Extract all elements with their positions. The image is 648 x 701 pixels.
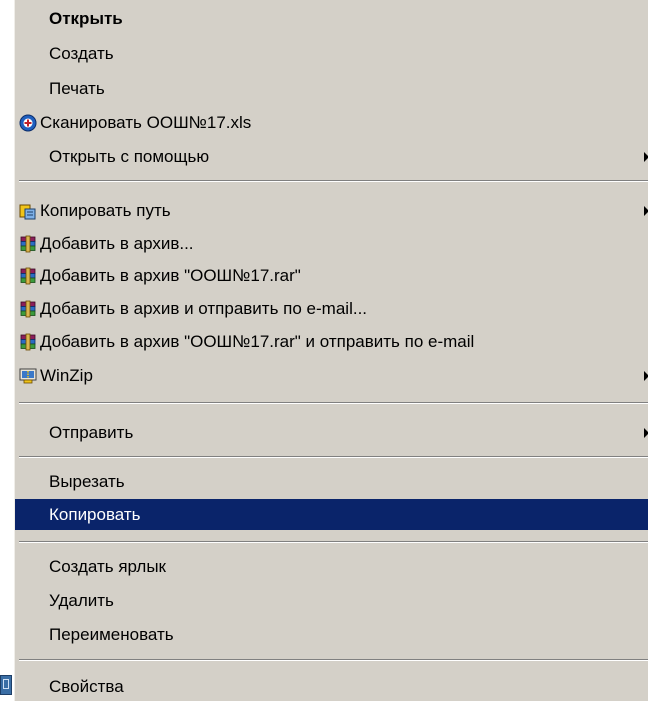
submenu-arrow-icon (644, 428, 648, 438)
menu-item-label: Добавить в архив "ООШ№17.rar" (40, 266, 301, 285)
menu-item-label: Создать (49, 44, 114, 63)
menu-item-create[interactable]: Создать (15, 38, 648, 69)
menu-separator (19, 456, 648, 458)
menu-item-label: WinZip (40, 366, 93, 385)
winrar-archive-icon (19, 300, 37, 318)
winzip-icon (19, 367, 37, 385)
menu-item-label: Копировать путь (40, 201, 171, 220)
menu-item-label: Свойства (49, 677, 124, 696)
menu-item-label: Копировать (49, 505, 141, 524)
menu-item-label: Создать ярлык (49, 557, 166, 576)
submenu-arrow-icon (644, 371, 648, 381)
menu-item-label: Печать (49, 79, 105, 98)
menu-item-send-to[interactable]: Отправить (15, 417, 648, 448)
desktop-file-icon (0, 675, 12, 695)
menu-item-open-with[interactable]: Открыть с помощью (15, 141, 648, 172)
menu-separator (19, 541, 648, 543)
menu-item-label: Открыть с помощью (49, 147, 210, 166)
menu-item-copy[interactable]: Копировать (15, 499, 648, 530)
menu-item-label: Сканировать ООШ№17.xls (40, 113, 252, 132)
menu-item-label: Добавить в архив... (40, 234, 194, 253)
menu-item-cut[interactable]: Вырезать (15, 466, 648, 497)
menu-item-add-to-named-archive[interactable]: Добавить в архив "ООШ№17.rar" (15, 260, 648, 291)
winrar-archive-icon (19, 333, 37, 351)
menu-item-label: Отправить (49, 423, 134, 442)
menu-item-delete[interactable]: Удалить (15, 585, 648, 616)
menu-separator (19, 659, 648, 661)
menu-item-label: Добавить в архив и отправить по e-mail..… (40, 299, 368, 318)
menu-item-named-archive-and-email[interactable]: Добавить в архив "ООШ№17.rar" и отправит… (15, 326, 648, 357)
menu-separator (19, 402, 648, 404)
menu-item-label: Открыть (49, 9, 123, 28)
menu-item-winzip[interactable]: WinZip (15, 360, 648, 391)
winrar-archive-icon (19, 267, 37, 285)
menu-item-rename[interactable]: Переименовать (15, 619, 648, 650)
menu-item-label: Добавить в архив "ООШ№17.rar" и отправит… (40, 332, 475, 351)
menu-item-archive-and-email[interactable]: Добавить в архив и отправить по e-mail..… (15, 293, 648, 324)
context-menu: Открыть Создать Печать Сканировать ООШ№1… (14, 0, 648, 701)
menu-separator (19, 180, 648, 182)
menu-item-create-shortcut[interactable]: Создать ярлык (15, 551, 648, 582)
submenu-arrow-icon (644, 152, 648, 162)
menu-item-open[interactable]: Открыть (15, 3, 648, 34)
menu-item-label: Вырезать (49, 472, 125, 491)
winrar-archive-icon (19, 235, 37, 253)
submenu-arrow-icon (644, 206, 648, 216)
menu-item-label: Переименовать (49, 625, 174, 644)
menu-item-properties[interactable]: Свойства (15, 671, 648, 701)
menu-item-copy-path[interactable]: Копировать путь (15, 195, 648, 226)
menu-item-label: Удалить (49, 591, 114, 610)
antivirus-scan-icon (19, 114, 37, 132)
menu-item-add-to-archive[interactable]: Добавить в архив... (15, 228, 648, 259)
copy-path-icon (19, 202, 37, 220)
menu-item-print[interactable]: Печать (15, 73, 648, 104)
menu-item-scan[interactable]: Сканировать ООШ№17.xls (15, 107, 648, 138)
